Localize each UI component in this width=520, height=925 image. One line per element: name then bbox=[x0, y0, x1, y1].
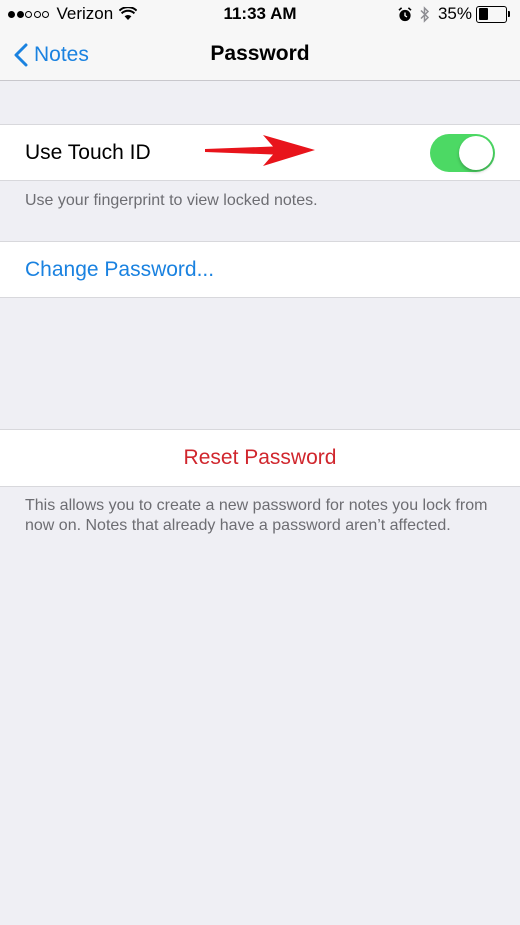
reset-password-button[interactable]: Reset Password bbox=[0, 429, 520, 487]
change-password-cell[interactable]: Change Password... bbox=[0, 241, 520, 298]
toggle-knob bbox=[459, 136, 493, 170]
battery-percentage: 35% bbox=[437, 4, 472, 23]
battery-icon bbox=[476, 5, 510, 23]
alarm-icon bbox=[398, 6, 412, 22]
bluetooth-icon bbox=[420, 5, 430, 23]
touch-id-toggle[interactable] bbox=[430, 134, 495, 172]
touch-id-footer: Use your fingerprint to view locked note… bbox=[25, 192, 318, 209]
page-title: Password bbox=[210, 42, 310, 65]
status-bar: Verizon 11:33 AM 35% bbox=[0, 0, 520, 30]
reset-password-footer: This allows you to create a new password… bbox=[25, 497, 488, 534]
red-arrow-annotation bbox=[205, 131, 317, 176]
change-password-label: Change Password... bbox=[25, 257, 215, 281]
navigation-bar: Notes Password bbox=[0, 30, 520, 81]
touch-id-label: Use Touch ID bbox=[25, 140, 151, 164]
status-right: 35% bbox=[390, 4, 510, 24]
reset-password-label: Reset Password bbox=[183, 446, 337, 469]
